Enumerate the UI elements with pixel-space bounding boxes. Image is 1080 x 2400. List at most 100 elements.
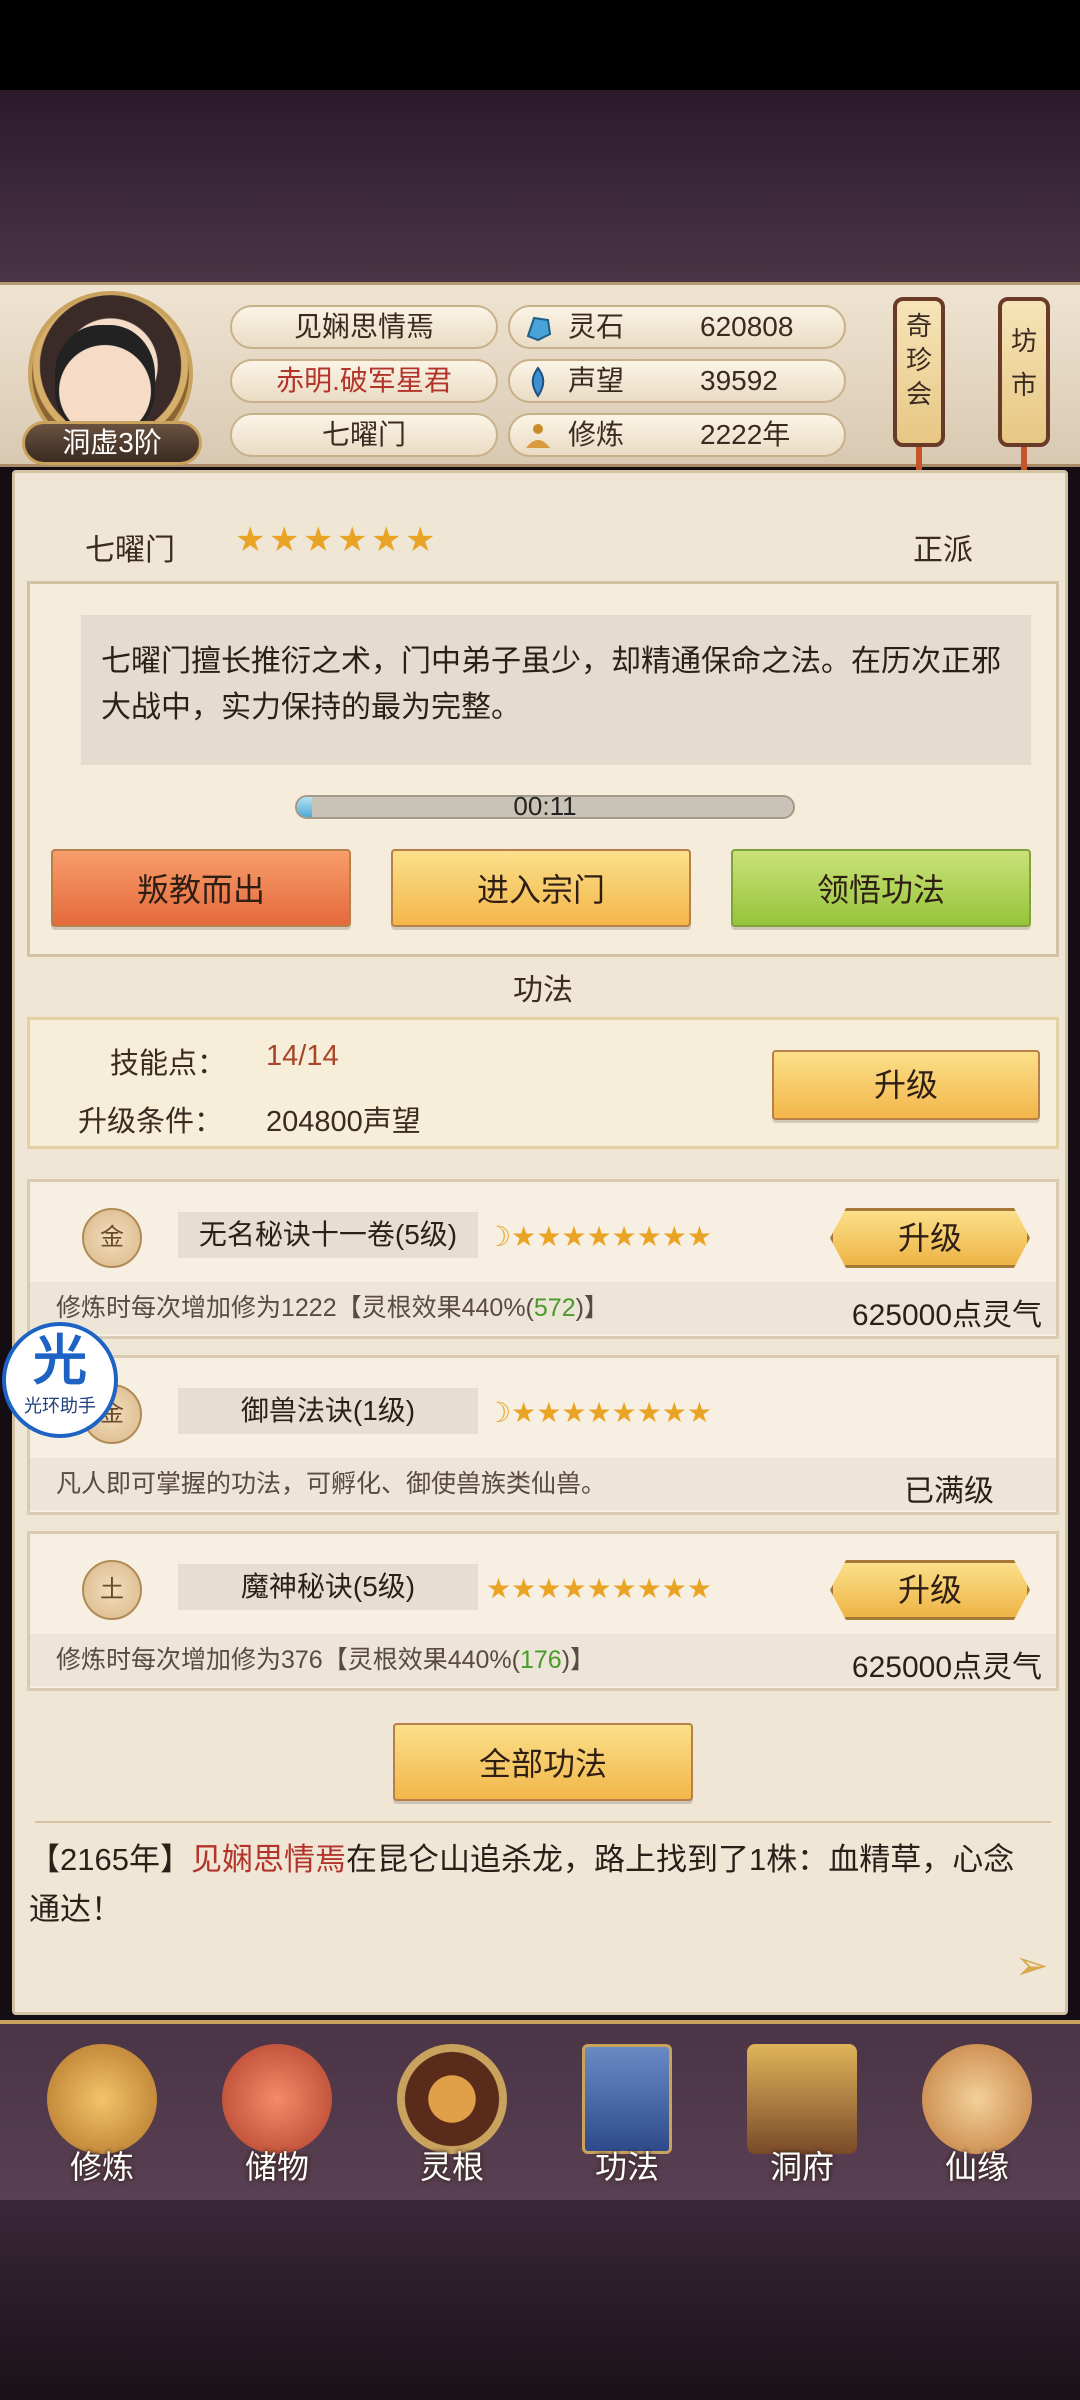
nav-label: 灵根 — [419, 2149, 484, 2185]
nav-item-spirit-root[interactable]: 灵根 — [372, 2038, 532, 2208]
element-metal-icon: 金 — [82, 1208, 142, 1268]
effect-text: 凡人即可掌握的功法，可孵化、御使兽族类仙兽。 — [56, 1470, 607, 1498]
technique-upgrade-button[interactable]: 升级 — [830, 1208, 1030, 1268]
helper-badge: 光 — [33, 1331, 87, 1391]
nav-item-cave[interactable]: 洞府 — [722, 2038, 882, 2208]
player-title: 赤明.破军星君 — [230, 359, 498, 403]
resource-label: 声望 — [568, 365, 625, 396]
effect-highlight: 572 — [533, 1294, 576, 1322]
star-icon: ★ — [561, 1397, 587, 1428]
nav-label: 修炼 — [69, 2149, 134, 2185]
star-icon: ★ — [586, 1397, 612, 1428]
log-player-name: 见娴思情焉 — [190, 1842, 346, 1877]
nav-item-cultivate[interactable]: 修炼 — [22, 2038, 182, 2208]
technique-item[interactable]: 金 无名秘诀十一卷(5级) ☽★★★★★★★★ 升级 修炼时每次增加修为1222… — [27, 1179, 1059, 1339]
nav-item-technique[interactable]: 功法 — [547, 2038, 707, 2208]
star-icon: ★ — [561, 1573, 587, 1604]
star-icon: ★ — [405, 521, 436, 559]
star-icon: ★ — [661, 1221, 687, 1252]
star-icon: ★ — [661, 1397, 687, 1428]
technique-upgrade-button[interactable]: 升级 — [830, 1560, 1030, 1620]
player-name: 见娴思情焉 — [230, 305, 498, 349]
market-button[interactable]: 坊市 — [998, 297, 1050, 447]
element-earth-icon: 土 — [82, 1560, 142, 1620]
helper-floating-button[interactable]: 光 光环助手 — [2, 1322, 118, 1438]
star-icon: ★ — [686, 1221, 712, 1252]
star-icon: ★ — [235, 521, 266, 559]
upgrade-condition-label: 升级条件： — [78, 1106, 224, 1138]
skill-points-panel: 技能点： 14/14 升级条件： 204800声望 升级 — [27, 1017, 1059, 1149]
technique-star-rating: ★★★★★★★★★ — [486, 1572, 712, 1605]
technique-max-level: 已满级 — [904, 1475, 994, 1508]
technique-cost: 625000点灵气 — [851, 1651, 1042, 1684]
reputation-icon — [531, 366, 545, 398]
skill-points-label: 技能点： — [110, 1048, 227, 1080]
star-icon: ★ — [269, 521, 300, 559]
effect-highlight: 176 — [519, 1646, 562, 1674]
technique-name: 无名秘诀十一卷(5级) — [178, 1212, 478, 1258]
treasure-fair-button[interactable]: 奇珍会 — [893, 297, 945, 447]
sect-alignment: 正派 — [913, 534, 973, 567]
market-label: 坊市 — [1011, 326, 1038, 400]
avatar-face — [55, 325, 155, 435]
technique-star-rating: ☽★★★★★★★★ — [486, 1220, 712, 1253]
status-bar — [0, 0, 1080, 90]
top-background — [0, 90, 1080, 285]
resource-spirit-stone: 灵石 620808 — [508, 305, 846, 349]
rank-badge: 洞虚3阶 — [22, 421, 202, 465]
resource-label: 修炼 — [568, 419, 625, 450]
effect-text: 修炼时每次增加修为376【灵根效果440%( — [56, 1646, 520, 1674]
cultivation-icon — [526, 424, 550, 448]
resource-cultivation: 修炼 2222年 — [508, 413, 846, 457]
nav-label: 仙缘 — [944, 2149, 1009, 2185]
timer-text: 00:11 — [513, 791, 577, 821]
bottom-background — [0, 2200, 1080, 2400]
star-icon: ★ — [536, 1573, 562, 1604]
star-icon: ★ — [486, 1573, 512, 1604]
star-icon: ★ — [536, 1221, 562, 1252]
cave-house-icon — [747, 2044, 857, 2154]
star-icon: ★ — [536, 1397, 562, 1428]
star-icon: ★ — [511, 1221, 537, 1252]
star-icon: ★ — [511, 1397, 537, 1428]
effect-suffix: )】 — [561, 1646, 596, 1674]
learn-technique-button[interactable]: 领悟功法 — [731, 849, 1031, 927]
star-icon: ★ — [611, 1221, 637, 1252]
star-icon: ★ — [337, 521, 368, 559]
skill-points-value: 14/14 — [266, 1040, 339, 1072]
sect-panel: 七曜门 ★ ★ ★ ★ ★ ★ 正派 七曜门擅长推衍之术，门中弟子虽少，却精通保命之法。在… — [12, 470, 1068, 2015]
effect-text: 修炼时每次增加修为1222【灵根效果440%( — [56, 1294, 534, 1322]
technique-section-title: 功法 — [513, 974, 573, 1007]
technique-name: 御兽法诀(1级) — [178, 1388, 478, 1434]
star-icon: ★ — [686, 1573, 712, 1604]
technique-item[interactable]: 金 御兽法诀(1级) ☽★★★★★★★★ 凡人即可掌握的功法，可孵化、御使兽族类… — [27, 1355, 1059, 1515]
nav-label: 洞府 — [769, 2149, 834, 2185]
star-icon: ★ — [636, 1397, 662, 1428]
star-icon: ★ — [661, 1573, 687, 1604]
moon-icon: ☽ — [486, 1397, 512, 1428]
leave-sect-button[interactable]: 叛教而出 — [51, 849, 351, 927]
all-techniques-button[interactable]: 全部功法 — [393, 1723, 693, 1801]
nav-item-storage[interactable]: 储物 — [197, 2038, 357, 2208]
technique-book-icon — [582, 2044, 672, 2154]
enter-sect-button[interactable]: 进入宗门 — [391, 849, 691, 927]
resource-value: 620808 — [700, 311, 794, 342]
technique-item[interactable]: 土 魔神秘诀(5级) ★★★★★★★★★ 升级 修炼时每次增加修为376【灵根效… — [27, 1531, 1059, 1691]
resource-value: 2222年 — [700, 419, 791, 450]
effect-suffix: )】 — [575, 1294, 609, 1322]
next-arrow-icon[interactable]: ➢ — [1015, 1943, 1049, 1989]
resource-value: 39592 — [700, 365, 778, 396]
nav-item-fate[interactable]: 仙缘 — [897, 2038, 1057, 2208]
moon-icon: ☽ — [486, 1221, 512, 1252]
sect-description: 七曜门擅长推衍之术，门中弟子虽少，却精通保命之法。在历次正邪大战中，实力保持的最… — [81, 615, 1031, 765]
technique-name: 魔神秘诀(5级) — [178, 1564, 478, 1610]
resource-label: 灵石 — [568, 311, 625, 342]
event-log: 【2165年】见娴思情焉在昆仑山追杀龙，路上找到了1株：血精草，心念通达！ — [29, 1835, 1029, 1935]
star-icon: ★ — [611, 1397, 637, 1428]
upgrade-condition-value: 204800声望 — [266, 1106, 421, 1138]
nav-label: 储物 — [244, 2149, 309, 2185]
nav-label: 功法 — [594, 2149, 659, 2185]
skill-upgrade-button[interactable]: 升级 — [772, 1050, 1040, 1120]
star-icon: ★ — [511, 1573, 537, 1604]
star-icon: ★ — [586, 1573, 612, 1604]
